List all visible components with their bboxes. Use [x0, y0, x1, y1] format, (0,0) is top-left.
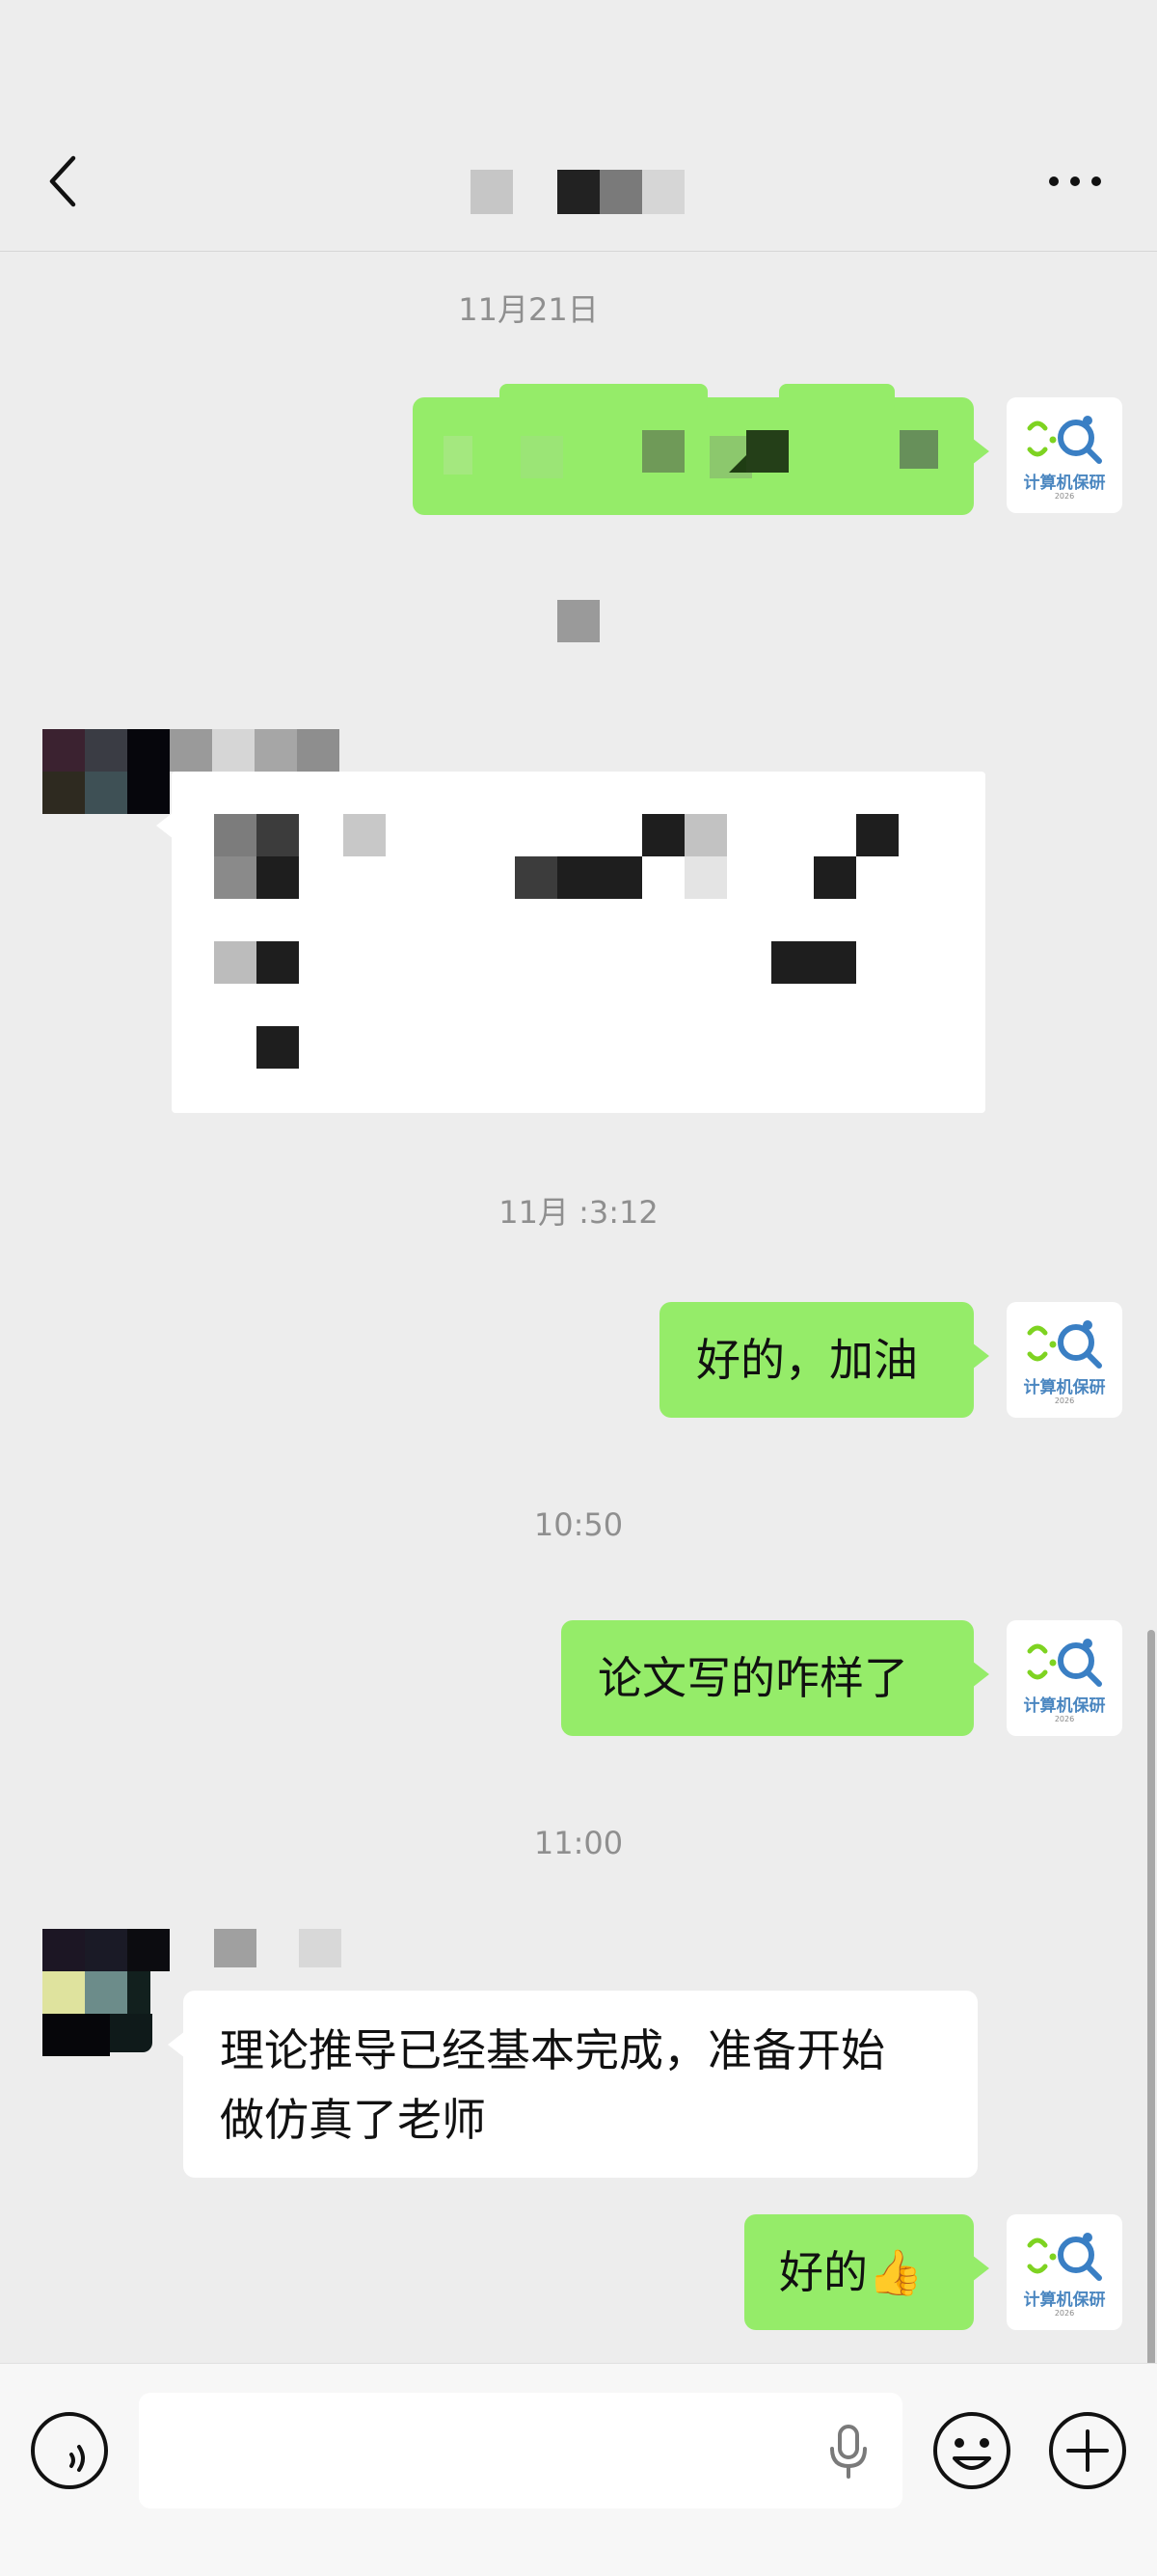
scrollbar[interactable] — [1147, 1630, 1155, 2373]
more-dots-icon[interactable] — [1046, 164, 1104, 199]
message-bubble-outgoing[interactable]: 好的👍 — [744, 2214, 989, 2330]
message-bubble-incoming[interactable] — [156, 772, 985, 1113]
chat-header — [0, 0, 1157, 252]
timestamp: 10:50 — [533, 1506, 624, 1543]
emoji-icon[interactable] — [931, 2410, 1012, 2491]
logo-icon — [1027, 1639, 1102, 1687]
message-bubble-outgoing[interactable]: 好的，加油 — [659, 1302, 989, 1418]
logo-icon — [1027, 2233, 1102, 2281]
message-bubble-incoming[interactable]: 理论推导已经基本完成，准备开始 做仿真了老师 — [168, 1991, 978, 2178]
timestamp: 11月21日 — [458, 291, 599, 328]
avatar[interactable]: 计算机保研 2026 — [1007, 1620, 1122, 1736]
timestamp: 11:00 — [533, 1825, 624, 1861]
avatar[interactable]: 计算机保研 2026 — [1007, 397, 1122, 513]
logo-icon — [1027, 416, 1102, 464]
message-bubble-outgoing[interactable] — [413, 384, 989, 515]
chevron-left-icon[interactable] — [44, 154, 83, 208]
avatar[interactable]: 计算机保研 2026 — [1007, 2214, 1122, 2330]
plus-circle-icon[interactable] — [1047, 2410, 1128, 2491]
logo-icon — [1027, 1320, 1102, 1369]
input-bar — [0, 2363, 1157, 2576]
message-input[interactable] — [139, 2393, 902, 2508]
timestamp: 11月 :3:12 — [498, 1194, 659, 1231]
censor-block — [557, 600, 600, 642]
avatar[interactable]: 计算机保研 2026 — [1007, 1302, 1122, 1418]
voice-wave-icon[interactable] — [29, 2410, 110, 2491]
microphone-icon[interactable] — [827, 2424, 870, 2480]
message-bubble-outgoing[interactable]: 论文写的咋样了 — [561, 1620, 989, 1736]
